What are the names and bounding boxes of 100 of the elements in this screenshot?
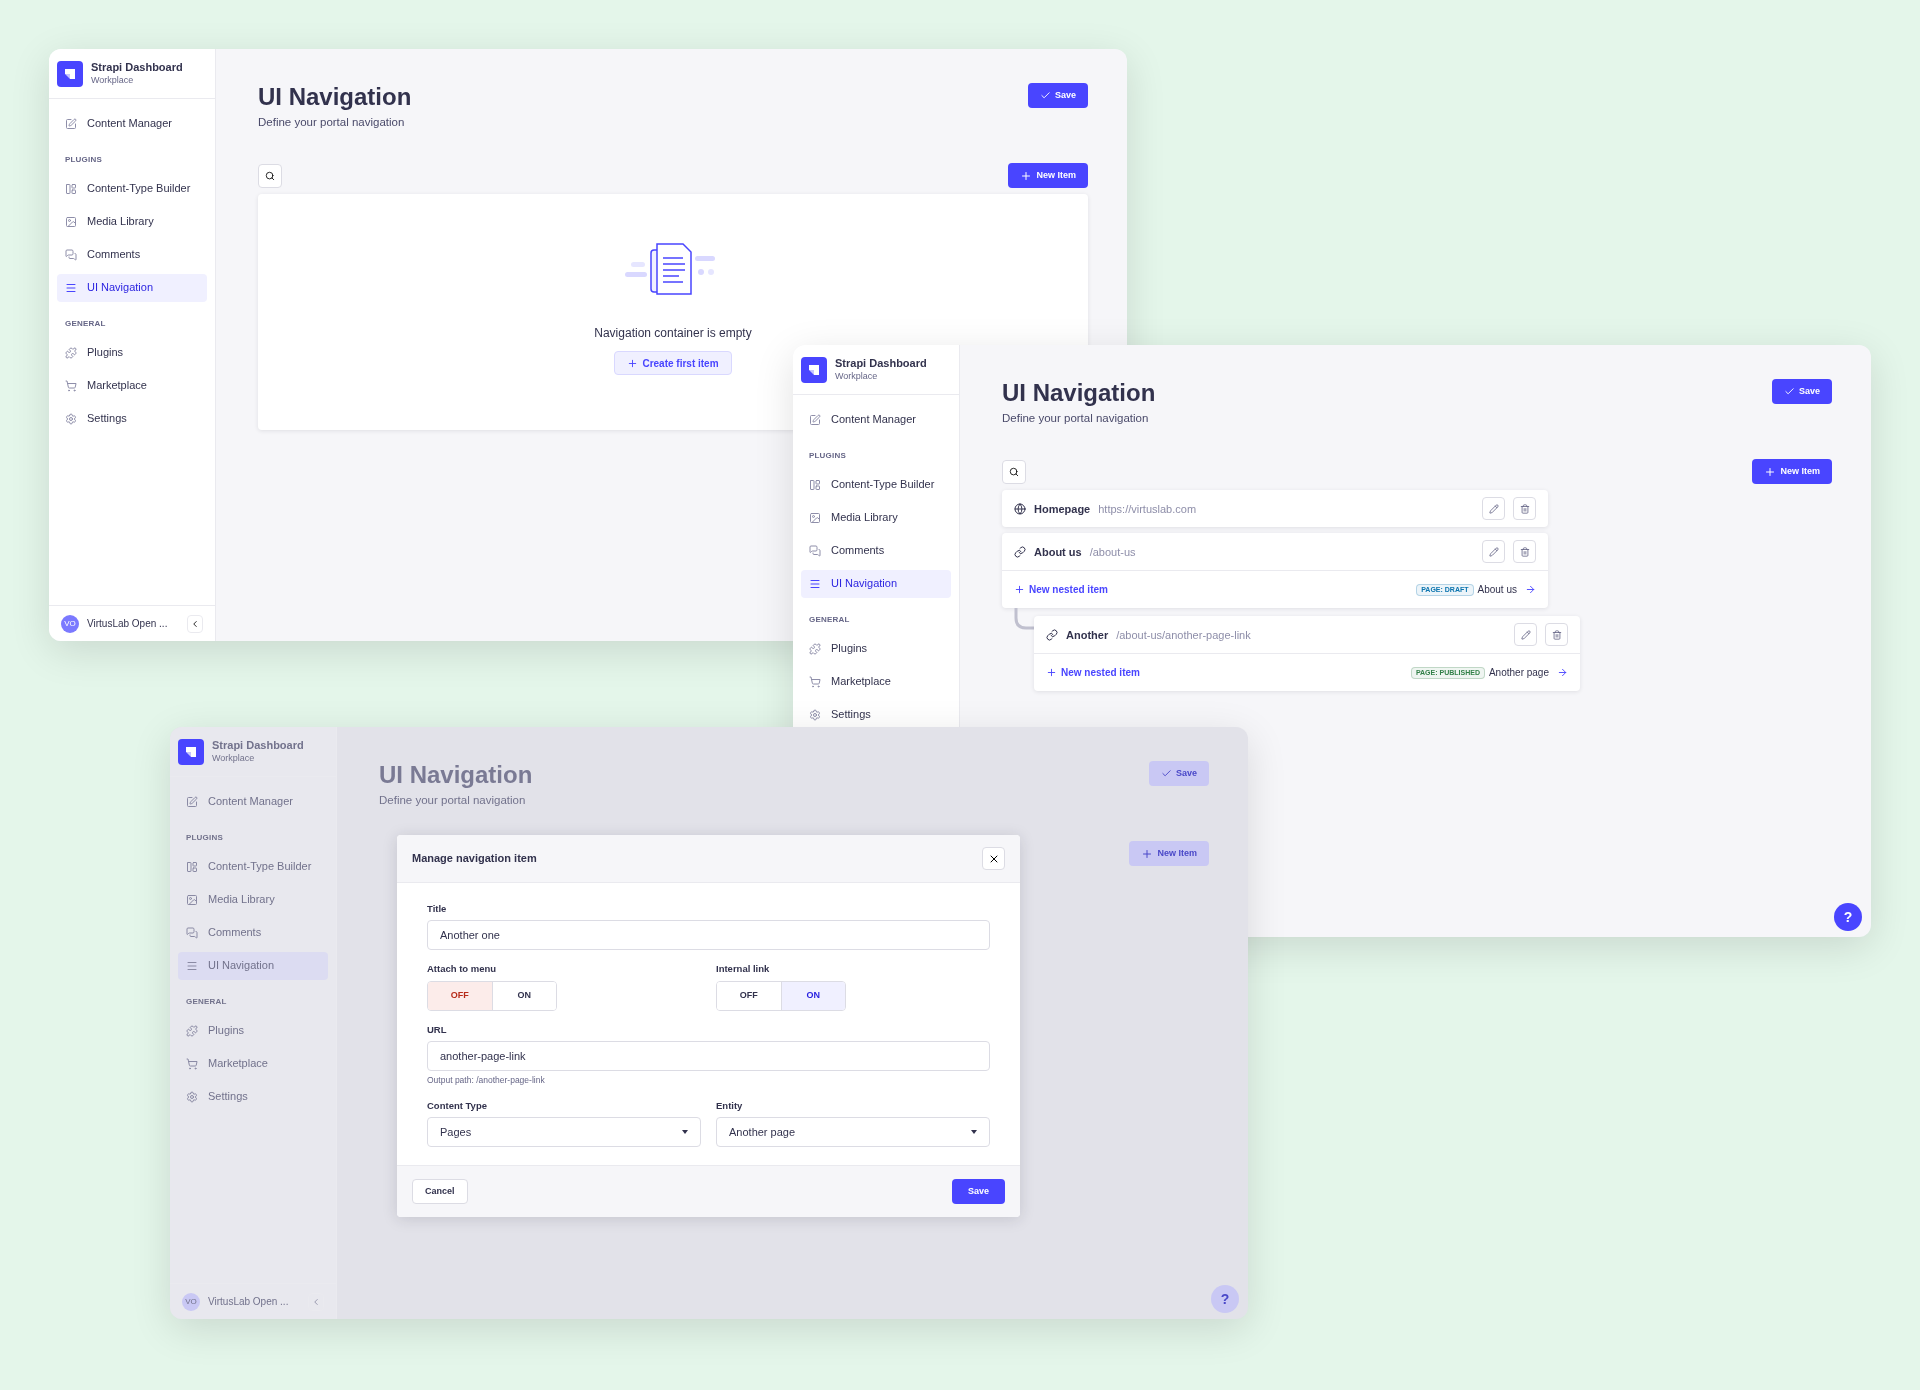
sidebar-item[interactable]: Settings (57, 404, 207, 433)
sidebar-item[interactable]: Content Manager (57, 109, 207, 138)
close-button[interactable] (982, 847, 1005, 870)
sidebar-item[interactable]: Comments (178, 918, 328, 947)
section-heading: PLUGINS (64, 154, 103, 166)
globe-icon (1014, 502, 1026, 515)
search-button[interactable] (258, 163, 282, 188)
chat-bubbles-icon (809, 544, 821, 557)
save-button[interactable]: Save (1148, 761, 1209, 786)
edit-button[interactable] (1514, 623, 1537, 647)
section-heading: GENERAL (185, 996, 228, 1008)
arrow-right-icon (1557, 667, 1568, 679)
sidebar-item[interactable]: Settings (801, 700, 951, 729)
toggle-off-option[interactable]: OFF (717, 981, 782, 1010)
toggle-off-option[interactable]: OFF (428, 981, 493, 1010)
pencil-icon (1488, 546, 1499, 557)
caret-icon (682, 1129, 688, 1134)
plus-icon (1764, 465, 1777, 478)
create-first-item-button[interactable]: Create first item (614, 351, 732, 376)
brand-subtitle: Workplace (835, 370, 879, 382)
field-label: URL (427, 1022, 448, 1037)
collapse-button[interactable] (187, 614, 203, 633)
save-button[interactable]: Save (1771, 379, 1832, 404)
item-title: About us (1034, 544, 1082, 560)
plus-icon (1014, 584, 1025, 596)
cancel-button[interactable]: Cancel (412, 1178, 468, 1204)
new-nested-item-link[interactable]: New nested item (1014, 582, 1108, 598)
search-icon (1009, 466, 1019, 477)
pencil-square-icon (186, 795, 198, 808)
caret-icon (971, 1129, 977, 1134)
sidebar-item[interactable]: Plugins (801, 634, 951, 663)
layout-icon (65, 182, 77, 195)
field-label: Entity (716, 1098, 744, 1113)
sidebar-item[interactable]: Settings (178, 1082, 328, 1111)
new-item-button[interactable]: New Item (1752, 459, 1832, 485)
plus-icon (1020, 169, 1033, 182)
sidebar-item[interactable]: Marketplace (57, 371, 207, 400)
field-hint: Output path: /another-page-link (427, 1073, 546, 1087)
page-subtitle: Define your portal navigation (1002, 411, 1150, 426)
sidebar-item[interactable]: Media Library (57, 207, 207, 236)
brand-title: Strapi Dashboard (212, 739, 304, 753)
delete-button[interactable] (1513, 497, 1536, 521)
pencil-icon (1520, 629, 1531, 640)
page-title: UI Navigation (379, 760, 533, 790)
settings-icon (65, 412, 77, 425)
related-entity: About us (1477, 583, 1517, 598)
select-field[interactable]: Another page (716, 1116, 990, 1147)
save-button[interactable]: Save (951, 1178, 1005, 1204)
pencil-square-icon (809, 413, 821, 426)
help-button[interactable]: ? (1834, 903, 1862, 931)
sidebar-item[interactable]: Content-Type Builder (178, 852, 328, 881)
layout-icon (186, 860, 198, 873)
text-field[interactable]: another-page-link (427, 1040, 990, 1071)
empty-message: Navigation container is empty (594, 325, 752, 343)
new-nested-item-link[interactable]: New nested item (1046, 665, 1140, 681)
puzzle-icon (186, 1024, 198, 1037)
select-field[interactable]: Pages (427, 1116, 701, 1147)
sidebar-item[interactable]: Marketplace (801, 667, 951, 696)
edit-button[interactable] (1482, 497, 1505, 521)
chevron-left-icon (190, 618, 200, 629)
cart-icon (186, 1057, 198, 1070)
plus-icon (627, 357, 639, 369)
sidebar-item[interactable]: Plugins (178, 1016, 328, 1045)
delete-button[interactable] (1513, 540, 1536, 564)
toggle-on-option[interactable]: ON (781, 981, 845, 1010)
check-icon (1039, 90, 1051, 101)
menu-icon (65, 281, 77, 294)
sidebar-item[interactable]: Content Manager (801, 405, 951, 434)
chevron-left-icon (311, 1296, 321, 1307)
section-heading: GENERAL (808, 614, 851, 626)
sidebar-item[interactable]: Marketplace (178, 1049, 328, 1078)
logo-icon (178, 738, 204, 765)
sidebar-item[interactable]: Media Library (801, 503, 951, 532)
save-button[interactable]: Save (1027, 83, 1088, 108)
sidebar-item[interactable]: Plugins (57, 338, 207, 367)
sidebar-item[interactable]: Comments (57, 240, 207, 269)
section-heading: GENERAL (64, 318, 107, 330)
sidebar-item[interactable]: Content-Type Builder (801, 470, 951, 499)
sidebar-item[interactable]: Content Manager (178, 787, 328, 816)
new-item-button[interactable]: New Item (1129, 841, 1209, 867)
edit-button[interactable] (1482, 540, 1505, 564)
sidebar-item[interactable]: Comments (801, 536, 951, 565)
sidebar-item[interactable]: UI Navigation (57, 273, 207, 302)
sidebar-item[interactable]: UI Navigation (801, 569, 951, 598)
help-button[interactable]: ? (1211, 1285, 1239, 1313)
puzzle-icon (65, 346, 77, 359)
item-title: Another (1066, 627, 1109, 643)
image-icon (186, 893, 198, 906)
sidebar-item[interactable]: UI Navigation (178, 951, 328, 980)
delete-button[interactable] (1545, 623, 1568, 647)
text-field[interactable]: Another one (427, 920, 990, 951)
brand-title: Strapi Dashboard (91, 61, 183, 75)
chat-bubbles-icon (186, 926, 198, 939)
sidebar-item[interactable]: Content-Type Builder (57, 174, 207, 203)
sidebar-item[interactable]: Media Library (178, 885, 328, 914)
menu-icon (186, 959, 198, 972)
new-item-button[interactable]: New Item (1008, 163, 1088, 189)
search-button[interactable] (1002, 459, 1026, 484)
pencil-square-icon (65, 117, 77, 130)
trash-icon (1551, 629, 1562, 640)
